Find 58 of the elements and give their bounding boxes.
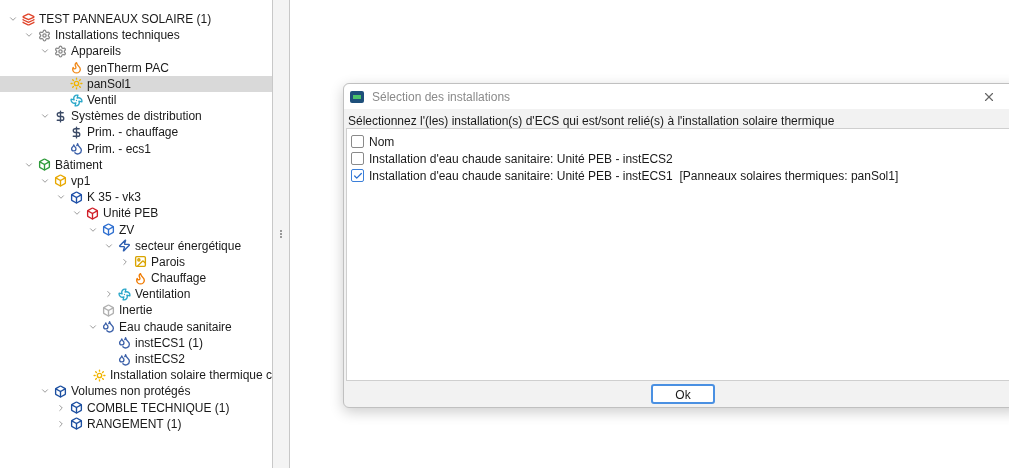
tree-item[interactable]: Eau chaude sanitaire	[0, 318, 272, 335]
tree-item[interactable]: Systèmes de distribution	[0, 108, 272, 125]
flame-icon	[70, 61, 83, 75]
sun-icon	[92, 368, 106, 382]
list-item[interactable]: Installation d'eau chaude sanitaire: Unité PEB - instECS1 [Panneaux solaires thermiques: panSol1]	[369, 166, 899, 185]
tree-item[interactable]: Ventilation	[0, 286, 272, 303]
tree-item[interactable]: panSol1	[0, 75, 272, 92]
gear-icon	[54, 44, 67, 58]
tree-item[interactable]: Bâtiment	[0, 156, 272, 173]
tree-item[interactable]: Inertie	[0, 302, 272, 319]
cube-icon	[102, 223, 115, 237]
splitter[interactable]	[272, 0, 290, 468]
flame-icon	[134, 271, 147, 285]
tree-item[interactable]: Parois	[0, 253, 272, 270]
tree-item[interactable]: Installations techniques	[0, 27, 272, 44]
dialog-title: Sélection des installations	[372, 88, 511, 106]
tree-item[interactable]: genTherm PAC	[0, 59, 272, 76]
tree-item[interactable]: secteur énergétique	[0, 237, 272, 254]
tree-item[interactable]: Unité PEB	[0, 205, 272, 222]
checkbox[interactable]	[351, 135, 364, 148]
app-icon	[350, 90, 364, 103]
sun-icon	[70, 77, 83, 91]
cube-icon	[70, 401, 83, 415]
fan-icon	[118, 287, 131, 301]
chevron-right-icon[interactable]	[120, 256, 130, 267]
ok-button[interactable]: Ok	[651, 384, 715, 404]
chevron-right-icon[interactable]	[56, 418, 66, 429]
layers-icon	[22, 12, 35, 26]
tree-item[interactable]: RANGEMENT (1)	[0, 415, 272, 432]
tree-item[interactable]: vp1	[0, 172, 272, 190]
checkbox[interactable]	[351, 152, 364, 165]
checkbox[interactable]	[351, 169, 364, 182]
cube-icon	[54, 384, 67, 398]
fan-icon	[70, 93, 83, 107]
cube-icon	[54, 174, 67, 188]
chevron-right-icon[interactable]	[56, 402, 66, 413]
cube-icon	[102, 303, 115, 317]
tree-item[interactable]: instECS1 (1)	[0, 334, 272, 351]
tree-item[interactable]: Volumes non protégés	[0, 383, 272, 400]
tree-item[interactable]: TEST PANNEAUX SOLAIRE (1)	[0, 11, 272, 28]
tree-item[interactable]: Prim. - ecs1	[0, 140, 272, 157]
tree-item[interactable]: K 35 - vk3	[0, 189, 272, 206]
gear-icon	[38, 28, 51, 42]
chevron-right-icon[interactable]	[104, 289, 114, 300]
tree-item[interactable]: Ventil	[0, 91, 272, 109]
tree-item[interactable]: Installation solaire thermique c	[0, 367, 272, 384]
cube-icon	[70, 417, 83, 431]
tree-item[interactable]: instECS2	[0, 350, 272, 368]
tree-item[interactable]: Appareils	[0, 43, 272, 60]
tree-item[interactable]: Chauffage	[0, 270, 272, 287]
list-item[interactable]: Installation d'eau chaude sanitaire: Unité PEB - instECS2	[369, 149, 673, 168]
lightning-icon	[118, 239, 131, 253]
list-item[interactable]: Nom	[369, 132, 395, 151]
tree-item[interactable]: COMBLE TECHNIQUE (1)	[0, 399, 272, 416]
tree-item[interactable]: ZV	[0, 221, 272, 238]
cube-icon	[70, 190, 83, 204]
cube-icon	[86, 206, 99, 220]
tree-item[interactable]: Prim. - chauffage	[0, 124, 272, 141]
